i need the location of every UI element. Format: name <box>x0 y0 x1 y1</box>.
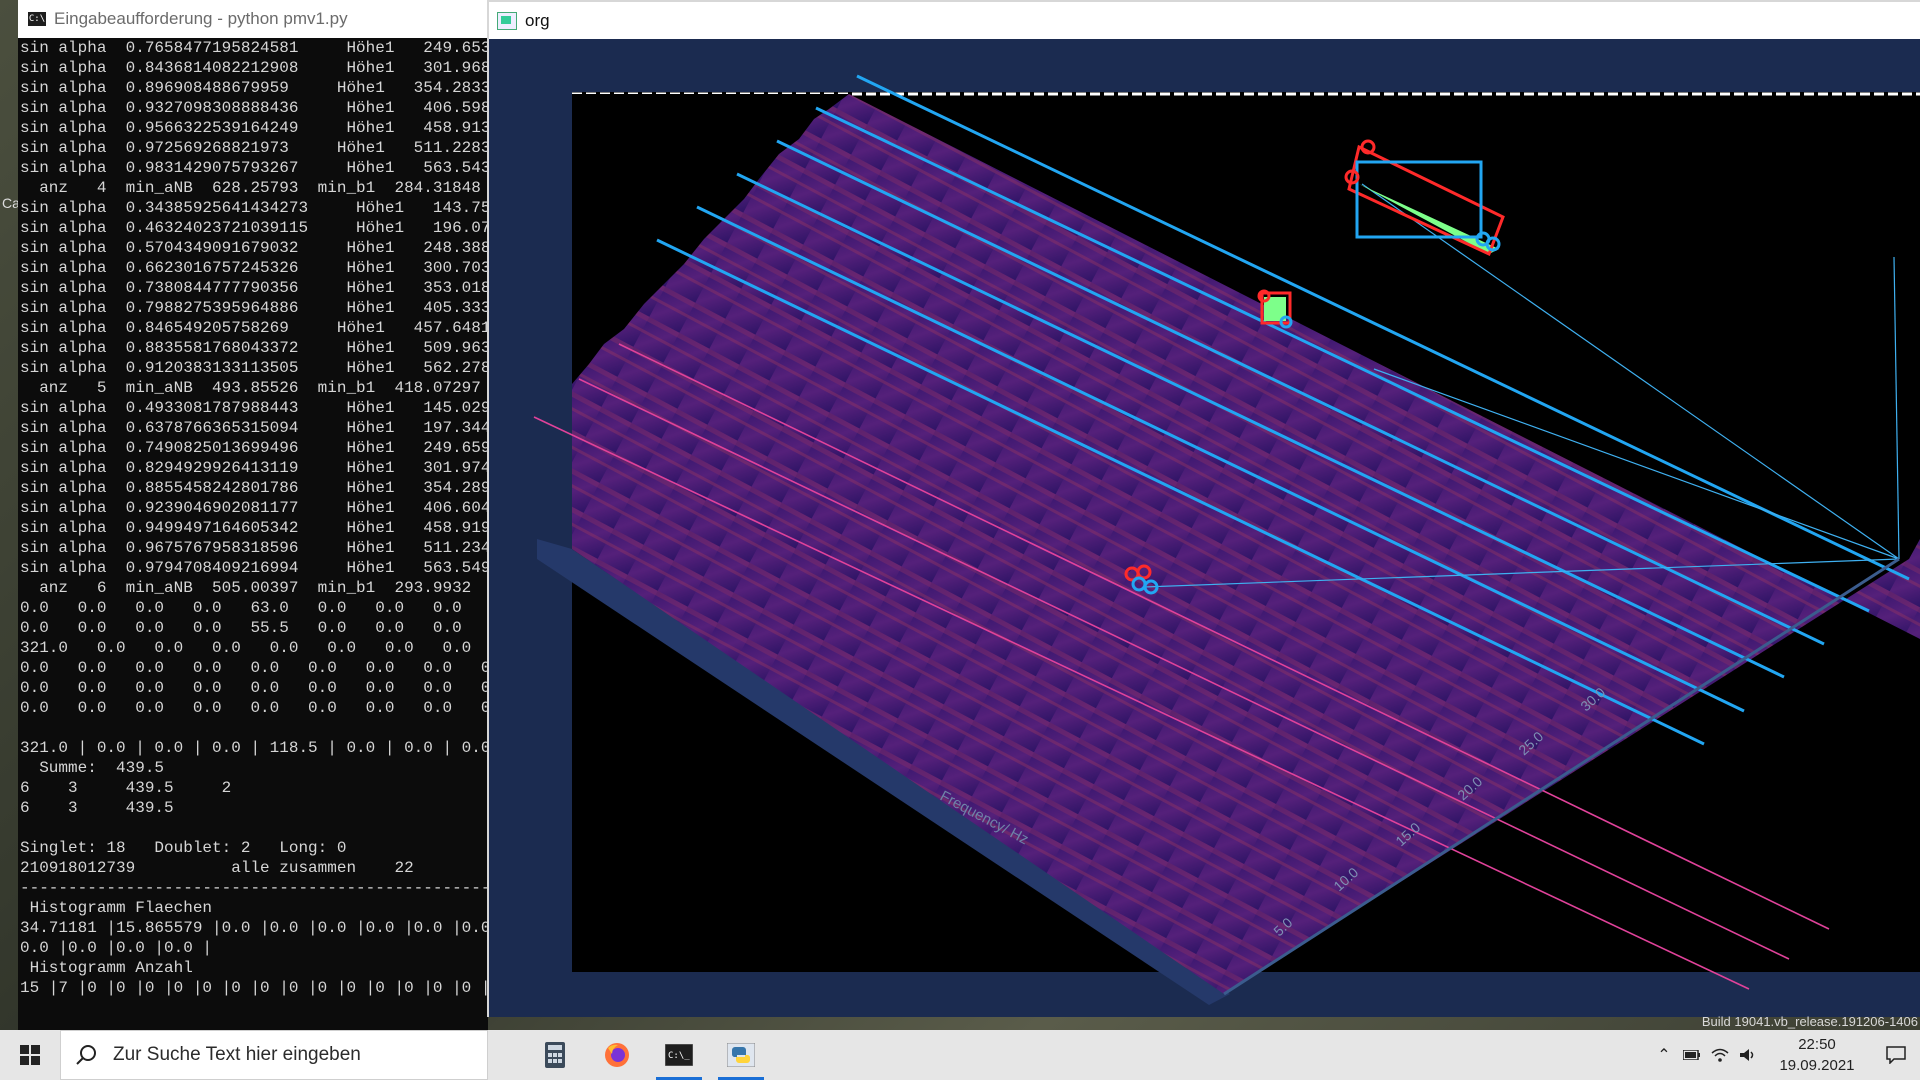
console-line: sin alpha 0.46324023721039115 Höhe1 196.… <box>20 219 490 237</box>
console-line: sin alpha 0.5704349091679032 Höhe1 248.3… <box>20 239 490 257</box>
terminal-icon: C:\ <box>28 12 46 26</box>
console-line: sin alpha 0.6623016757245326 Höhe1 300.7… <box>20 259 490 277</box>
clock[interactable]: 22:50 19.09.2021 <box>1762 1034 1872 1076</box>
console-line: 6 3 439.5 2 <box>20 779 232 797</box>
console-output[interactable]: sin alpha 0.7658477195824581 Höhe1 249.6… <box>18 38 490 1030</box>
console-line: sin alpha 0.8855458242801786 Höhe1 354.2… <box>20 479 490 497</box>
org-window[interactable]: org Frequency/ Hz 5.0 10.0 15.0 20.0 25.… <box>487 0 1920 1017</box>
taskbar-firefox[interactable] <box>586 1030 648 1080</box>
search-placeholder: Zur Suche Text hier eingeben <box>113 1044 361 1065</box>
console-line: Singlet: 18 Doublet: 2 Long: 0 <box>20 839 347 857</box>
console-line: sin alpha 0.7380844777790356 Höhe1 353.0… <box>20 279 490 297</box>
notification-button[interactable] <box>1872 1046 1920 1064</box>
console-line: sin alpha 0.972569268821973 Höhe1 511.22… <box>20 139 490 157</box>
search-icon <box>76 1045 96 1065</box>
console-line: 15 |7 |0 |0 |0 |0 |0 |0 |0 |0 |0 |0 |0 |… <box>20 979 490 997</box>
console-line: 0.0 0.0 0.0 0.0 0.0 0.0 0.0 0.0 0.0 <box>20 699 490 717</box>
taskbar-python[interactable] <box>710 1030 772 1080</box>
system-tray: ⌃ 22:50 19.09.2021 <box>1650 1030 1920 1080</box>
spectrogram-view[interactable]: Frequency/ Hz 5.0 10.0 15.0 20.0 25.0 30… <box>489 39 1920 1017</box>
console-line: sin alpha 0.9566322539164249 Höhe1 458.9… <box>20 119 490 137</box>
console-line: sin alpha 0.9675767958318596 Höhe1 511.2… <box>20 539 490 557</box>
console-line: sin alpha 0.9831429075793267 Höhe1 563.5… <box>20 159 490 177</box>
console-line: 321.0 | 0.0 | 0.0 | 0.0 | 118.5 | 0.0 | … <box>20 739 490 757</box>
console-title: Eingabeaufforderung - python pmv1.py <box>54 9 348 28</box>
taskbar-console[interactable]: C:\_ <box>648 1030 710 1080</box>
console-line: 210918012739 alle zusammen 22 <box>20 859 414 877</box>
windows-icon <box>20 1045 40 1065</box>
console-line: sin alpha 0.7658477195824581 Höhe1 249.6… <box>20 39 490 57</box>
console-line: 0.0 0.0 0.0 0.0 0.0 0.0 0.0 0.0 0.0 <box>20 659 490 677</box>
console-line: Summe: 439.5 <box>20 759 165 777</box>
console-line: sin alpha 0.9794708409216994 Höhe1 563.5… <box>20 559 490 577</box>
org-titlebar[interactable]: org <box>489 2 1920 39</box>
clock-date: 19.09.2021 <box>1779 1057 1855 1074</box>
build-watermark: Build 19041.vb_release.191206-1406 <box>1701 1014 1918 1029</box>
firefox-icon <box>605 1043 629 1067</box>
console-line: Histogramm Flaechen <box>20 899 213 917</box>
console-line: sin alpha 0.6378766365315094 Höhe1 197.3… <box>20 419 490 437</box>
console-titlebar[interactable]: C:\ Eingabeaufforderung - python pmv1.py <box>18 0 488 38</box>
console-line: anz 6 min_aNB 505.00397 min_b1 293.9932 … <box>20 579 490 597</box>
console-line: sin alpha 0.9239046902081177 Höhe1 406.6… <box>20 499 490 517</box>
terminal-icon: C:\_ <box>665 1044 693 1066</box>
console-line: sin alpha 0.896908488679959 Höhe1 354.28… <box>20 79 490 97</box>
console-line: 0.0 0.0 0.0 0.0 55.5 0.0 0.0 0.0 0.0 <box>20 619 490 637</box>
console-line: 0.0 |0.0 |0.0 |0.0 | <box>20 939 213 957</box>
console-line: sin alpha 0.4933081787988443 Höhe1 145.0… <box>20 399 490 417</box>
wifi-icon[interactable] <box>1706 1030 1734 1080</box>
notification-icon <box>1886 1046 1906 1064</box>
search-box[interactable]: Zur Suche Text hier eingeben <box>60 1030 488 1080</box>
chevron-up-icon[interactable]: ⌃ <box>1650 1030 1678 1080</box>
console-line: anz 4 min_aNB 628.25793 min_b1 284.31848… <box>20 179 490 197</box>
console-line: sin alpha 0.9499497164605342 Höhe1 458.9… <box>20 519 490 537</box>
volume-icon[interactable] <box>1734 1030 1762 1080</box>
console-line: sin alpha 0.7490825013699496 Höhe1 249.6… <box>20 439 490 457</box>
console-line: Histogramm Anzahl <box>20 959 193 977</box>
clock-time: 22:50 <box>1798 1036 1836 1053</box>
console-line: sin alpha 0.8835581768043372 Höhe1 509.9… <box>20 339 490 357</box>
org-title: org <box>525 10 550 30</box>
console-line: sin alpha 0.846549205758269 Höhe1 457.64… <box>20 319 490 337</box>
image-window-icon <box>497 11 517 30</box>
console-window[interactable]: C:\ Eingabeaufforderung - python pmv1.py… <box>18 0 490 1030</box>
console-line: anz 5 min_aNB 493.85526 min_b1 418.07297… <box>20 379 490 397</box>
taskbar-calculator[interactable] <box>524 1030 586 1080</box>
console-line: sin alpha 0.8436814082212908 Höhe1 301.9… <box>20 59 490 77</box>
console-line: 0.0 0.0 0.0 0.0 0.0 0.0 0.0 0.0 0.0 <box>20 679 490 697</box>
console-line: 0.0 0.0 0.0 0.0 63.0 0.0 0.0 0.0 0.0 <box>20 599 490 617</box>
calculator-icon <box>545 1042 565 1068</box>
python-icon <box>727 1043 755 1067</box>
console-line: 6 3 439.5 <box>20 799 174 817</box>
svg-text:C:\_: C:\_ <box>668 1051 690 1061</box>
console-line: sin alpha 0.9327098308888436 Höhe1 406.5… <box>20 99 490 117</box>
console-line: sin alpha 0.34385925641434273 Höhe1 143.… <box>20 199 490 217</box>
console-line: sin alpha 0.8294929926413119 Höhe1 301.9… <box>20 459 490 477</box>
taskbar: Zur Suche Text hier eingeben C:\_ ⌃ 22:5… <box>0 1030 1920 1080</box>
console-line: ----------------------------------------… <box>20 879 490 897</box>
console-line: 321.0 0.0 0.0 0.0 0.0 0.0 0.0 0.0 0. <box>20 639 490 657</box>
battery-icon[interactable] <box>1678 1030 1706 1080</box>
start-button[interactable] <box>0 1030 60 1080</box>
console-line: sin alpha 0.9120383133113505 Höhe1 562.2… <box>20 359 490 377</box>
console-line: 34.71181 |15.865579 |0.0 |0.0 |0.0 |0.0 … <box>20 919 490 937</box>
console-line: sin alpha 0.7988275395964886 Höhe1 405.3… <box>20 299 490 317</box>
